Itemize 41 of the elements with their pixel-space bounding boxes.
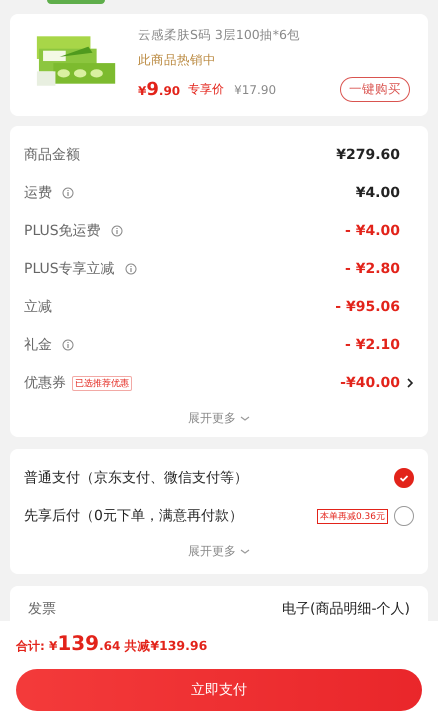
summary-value: ¥4.00 xyxy=(356,185,400,201)
pay-button[interactable]: 立即支付 xyxy=(16,669,422,711)
product-price: ¥9.90 xyxy=(138,79,180,100)
summary-value: ¥279.60 xyxy=(336,147,400,163)
info-icon[interactable] xyxy=(62,187,74,199)
chevron-down-icon xyxy=(240,416,250,422)
price-label: 专享价 xyxy=(188,81,224,98)
expand-more-button[interactable]: 展开更多 xyxy=(184,539,254,564)
summary-label: 立减 xyxy=(24,298,52,316)
product-name: 云感柔肤S码 3层100抽*6包 xyxy=(138,27,301,44)
summary-label: PLUS免运费 xyxy=(24,222,101,240)
chevron-down-icon xyxy=(240,548,250,554)
chevron-right-icon[interactable] xyxy=(406,377,414,389)
summary-label: PLUS专享立减 xyxy=(24,260,115,278)
savings-text: 共减¥139.96 xyxy=(124,638,208,655)
payment-option[interactable]: 先享后付（0元下单，满意再付款） xyxy=(24,507,243,525)
buy-button[interactable]: 一键购买 xyxy=(340,77,410,102)
payment-option[interactable]: 普通支付（京东支付、微信支付等） xyxy=(24,469,248,487)
invoice-label: 发票 xyxy=(28,600,56,618)
radio-button[interactable] xyxy=(394,506,414,526)
radio-button[interactable] xyxy=(394,468,414,488)
info-icon[interactable] xyxy=(62,339,74,351)
expand-more-button[interactable]: 展开更多 xyxy=(184,406,254,431)
info-icon[interactable] xyxy=(110,225,123,237)
summary-value: - ¥2.10 xyxy=(345,337,400,353)
summary-value: - ¥95.06 xyxy=(335,299,400,315)
summary-value: - ¥4.00 xyxy=(345,223,400,239)
summary-label: 商品金额 xyxy=(24,146,80,164)
summary-label: 运费 xyxy=(24,184,52,202)
info-icon[interactable] xyxy=(124,263,137,275)
summary-label: 礼金 xyxy=(24,336,52,354)
product-status: 此商品热销中 xyxy=(138,52,217,69)
coupon-tag: 已选推荐优惠 xyxy=(72,376,132,390)
invoice-value[interactable]: 电子(商品明细-个人) xyxy=(282,600,410,618)
summary-value: -¥40.00 xyxy=(340,375,400,391)
summary-value: - ¥2.80 xyxy=(345,261,400,277)
discount-badge: 本单再减0.36元 xyxy=(316,508,388,524)
summary-label: 优惠券 xyxy=(24,374,66,392)
total-amount: 合计: ¥139.64 xyxy=(16,631,120,655)
tag-edge xyxy=(47,0,105,4)
original-price: ¥17.90 xyxy=(234,82,276,96)
